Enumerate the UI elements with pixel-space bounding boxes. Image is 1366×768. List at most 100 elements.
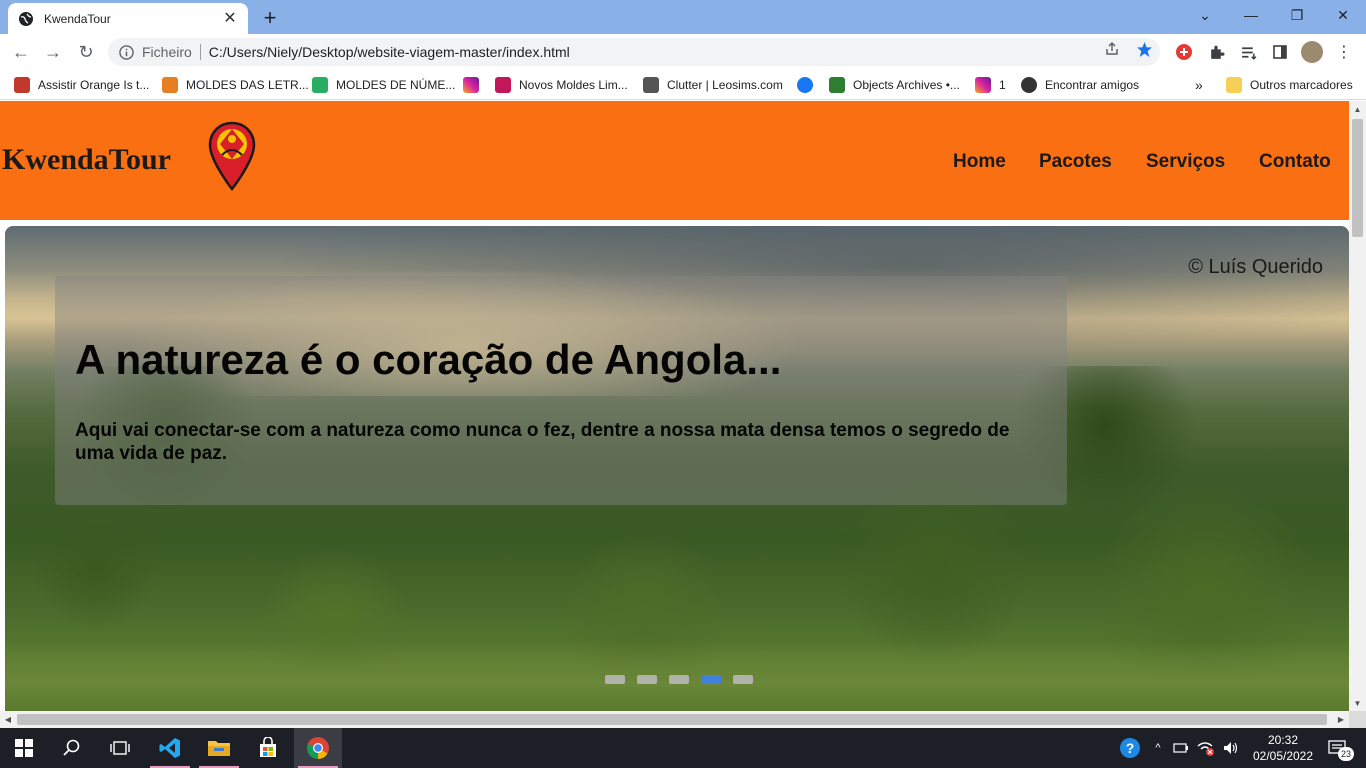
restore-button[interactable]: ❐ xyxy=(1274,0,1320,30)
clock-date: 02/05/2022 xyxy=(1252,749,1314,763)
carousel-dot[interactable] xyxy=(669,675,689,684)
reading-list-icon[interactable] xyxy=(1238,42,1258,62)
bookmark-item[interactable]: MOLDES DAS LETR... xyxy=(162,76,309,94)
vertical-scrollbar[interactable]: ▲ ▼ xyxy=(1349,101,1366,711)
new-tab-button[interactable]: + xyxy=(258,5,282,30)
tab-title: KwendaTour xyxy=(44,11,111,26)
notification-count-badge: 23 xyxy=(1338,747,1354,761)
carousel-dot[interactable] xyxy=(605,675,625,684)
bookmark-favicon-icon xyxy=(312,77,328,93)
other-bookmarks-folder[interactable]: Outros marcadores xyxy=(1226,76,1353,94)
store-icon xyxy=(260,737,276,757)
windows-taskbar: ? ^ 20:32 02/05/2022 23 xyxy=(0,728,1366,768)
location-pin-logo-icon xyxy=(208,121,256,191)
carousel-dot-active[interactable] xyxy=(701,675,721,684)
chrome-icon xyxy=(307,737,329,759)
address-bar[interactable]: Ficheiro C:/Users/Niely/Desktop/website-… xyxy=(108,38,1160,66)
hero-heading: A natureza é o coração de Angola... xyxy=(75,336,782,383)
share-icon[interactable] xyxy=(1103,40,1121,58)
photo-credit: © Luís Querido xyxy=(1188,256,1323,278)
side-panel-icon[interactable] xyxy=(1270,42,1290,62)
taskbar-vscode[interactable] xyxy=(146,728,194,768)
nav-contato[interactable]: Contato xyxy=(1259,151,1331,173)
bookmark-item[interactable]: Novos Moldes Lim... xyxy=(495,76,628,94)
bookmark-label: Assistir Orange Is t... xyxy=(38,78,150,92)
url-separator xyxy=(199,44,201,60)
horizontal-scroll-thumb[interactable] xyxy=(17,714,1327,725)
globe-icon xyxy=(1021,77,1037,93)
taskbar-file-explorer[interactable] xyxy=(195,728,243,768)
extensions-puzzle-icon[interactable] xyxy=(1206,42,1226,62)
help-tray-icon[interactable]: ? xyxy=(1117,728,1143,768)
url-scheme: Ficheiro xyxy=(142,44,192,60)
network-disconnected-icon[interactable] xyxy=(1196,728,1216,768)
forward-button[interactable]: → xyxy=(40,39,66,65)
bookmark-label: Objects Archives •... xyxy=(853,78,960,92)
carousel-dot[interactable] xyxy=(637,675,657,684)
extension-red-icon[interactable] xyxy=(1174,42,1194,62)
bookmark-item[interactable]: MOLDES DE NÚME... xyxy=(312,76,455,94)
facebook-icon xyxy=(797,77,813,93)
windows-logo-icon xyxy=(15,739,33,757)
taskbar-store[interactable] xyxy=(244,728,292,768)
browser-toolbar: ← → ↻ Ficheiro C:/Users/Niely/Desktop/we… xyxy=(0,34,1366,70)
bookmark-label: Clutter | Leosims.com xyxy=(667,78,783,92)
close-window-button[interactable]: ✕ xyxy=(1320,0,1366,30)
bookmark-label: Encontrar amigos xyxy=(1045,78,1140,92)
tab-close-icon[interactable]: ✕ xyxy=(222,10,238,27)
bookmark-item[interactable]: Clutter | Leosims.com xyxy=(643,76,783,94)
notification-center-button[interactable]: 23 xyxy=(1322,728,1354,768)
task-view-button[interactable] xyxy=(96,728,144,768)
scroll-down-arrow-icon[interactable]: ▼ xyxy=(1349,695,1366,711)
menu-kebab-icon[interactable]: ⋮ xyxy=(1334,42,1354,62)
start-button[interactable] xyxy=(0,728,48,768)
svg-text:?: ? xyxy=(1126,740,1135,756)
profile-avatar[interactable] xyxy=(1301,41,1323,63)
bookmark-favicon-icon xyxy=(829,77,845,93)
nav-servicos[interactable]: Serviços xyxy=(1146,151,1225,173)
tab-search-icon[interactable]: ⌄ xyxy=(1182,0,1228,30)
bookmarks-overflow-button[interactable]: » xyxy=(1195,76,1203,94)
bookmark-item[interactable]: 1 xyxy=(975,76,1006,94)
carousel-indicators xyxy=(605,675,753,684)
scroll-left-arrow-icon[interactable]: ◀ xyxy=(0,711,16,728)
bookmark-item[interactable]: Assistir Orange Is t... xyxy=(14,76,149,94)
bookmark-favicon-icon xyxy=(14,77,30,93)
tab-strip: KwendaTour ✕ + ⌄ — ❐ ✕ xyxy=(0,0,1366,34)
tray-expand-icon[interactable]: ^ xyxy=(1150,728,1166,768)
scroll-right-arrow-icon[interactable]: ▶ xyxy=(1333,711,1349,728)
nav-home[interactable]: Home xyxy=(953,151,1006,173)
vertical-scroll-thumb[interactable] xyxy=(1352,119,1363,237)
taskbar-chrome[interactable] xyxy=(294,728,342,768)
search-button[interactable] xyxy=(48,728,96,768)
system-clock[interactable]: 20:32 02/05/2022 xyxy=(1250,732,1316,764)
bookmarks-bar: Assistir Orange Is t... MOLDES DAS LETR.… xyxy=(0,70,1366,100)
battery-icon[interactable] xyxy=(1172,728,1190,768)
clock-time: 20:32 xyxy=(1267,733,1299,747)
info-icon[interactable] xyxy=(118,44,134,60)
carousel-caption: A natureza é o coração de Angola... Aqui… xyxy=(55,276,1067,505)
bookmark-item[interactable] xyxy=(797,76,813,94)
globe-icon xyxy=(18,11,34,27)
folder-icon xyxy=(208,741,230,756)
bookmark-item[interactable]: Objects Archives •... xyxy=(829,76,960,94)
bookmark-item[interactable]: Encontrar amigos xyxy=(1021,76,1139,94)
horizontal-scrollbar[interactable]: ◀ ▶ xyxy=(0,711,1349,728)
url-text[interactable]: C:/Users/Niely/Desktop/website-viagem-ma… xyxy=(209,44,570,60)
bookmark-label: 1 xyxy=(999,78,1006,92)
nav-pacotes[interactable]: Pacotes xyxy=(1039,151,1112,173)
back-button[interactable]: ← xyxy=(8,39,34,65)
bookmark-item[interactable] xyxy=(463,76,479,94)
bookmark-star-icon[interactable] xyxy=(1135,40,1153,58)
carousel-dot[interactable] xyxy=(733,675,753,684)
page-viewport: KwendaTour Home Pacotes Serviços Contato… xyxy=(0,101,1349,711)
reload-button[interactable]: ↻ xyxy=(73,39,99,65)
volume-icon[interactable] xyxy=(1222,728,1240,768)
scrollbar-corner xyxy=(1349,711,1366,728)
minimize-button[interactable]: — xyxy=(1228,0,1274,30)
bookmark-favicon-icon xyxy=(495,77,511,93)
instagram-icon xyxy=(463,77,479,93)
scroll-up-arrow-icon[interactable]: ▲ xyxy=(1349,101,1366,117)
browser-tab[interactable]: KwendaTour ✕ xyxy=(8,3,248,34)
site-logo-text[interactable]: KwendaTour xyxy=(2,143,171,177)
